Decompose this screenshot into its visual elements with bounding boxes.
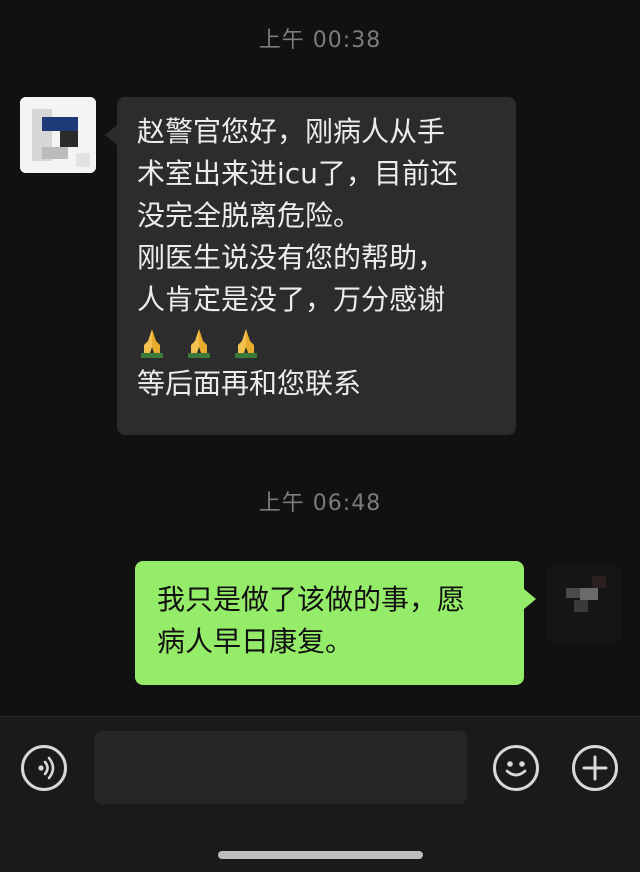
plus-button[interactable] (572, 745, 618, 791)
incoming-message-bubble[interactable]: 赵警官您好，刚病人从手 术室出来进icu了，目前还 没完全脱离危险。 刚医生说没… (105, 97, 516, 435)
message-text-line: 人肯定是没了，万分感谢 (137, 283, 446, 316)
folded-hands-icon (141, 329, 163, 358)
plus-icon (582, 755, 608, 781)
folded-hands-icon (187, 329, 210, 358)
message-input[interactable] (94, 731, 467, 804)
outgoing-message-bubble[interactable]: 我只是做了该做的事，愿 病人早日康复。 (135, 561, 536, 685)
message-text-line: 我只是做了该做的事，愿 (157, 583, 466, 616)
home-indicator[interactable] (218, 851, 423, 859)
message-text-line: 术室出来进icu了，目前还 (137, 157, 458, 190)
timestamp: 上午 06:48 (258, 491, 382, 516)
emoji-icon (505, 761, 527, 777)
contact-avatar[interactable] (20, 97, 96, 173)
voice-icon (38, 756, 55, 780)
message-text-line: 赵警官您好，刚病人从手 (137, 115, 446, 148)
emoji-button[interactable] (493, 745, 539, 791)
message-text-line: 没完全脱离危险。 (137, 199, 362, 232)
folded-hands-icon (234, 329, 257, 358)
voice-button[interactable] (21, 745, 67, 791)
message-text-line: 等后面再和您联系 (137, 367, 362, 400)
emoji-row (137, 321, 498, 363)
message-text-line: 刚医生说没有您的帮助， (137, 241, 446, 274)
self-avatar[interactable] (546, 566, 622, 642)
message-text-line: 病人早日康复。 (157, 625, 354, 658)
timestamp: 上午 00:38 (258, 28, 382, 53)
